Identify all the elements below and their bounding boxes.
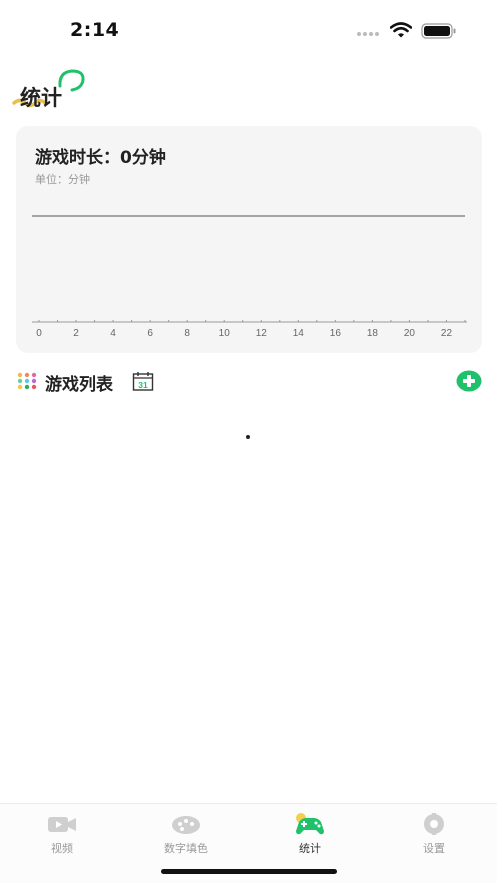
tab-video[interactable]: 视频 [0,812,124,862]
add-game-button[interactable] [456,370,482,392]
status-bar: 2:14 [0,0,497,60]
page-title: 统计 [20,86,62,110]
tab-number-coloring[interactable]: 数字填色 [124,812,248,862]
calendar-icon[interactable]: 31 [132,371,154,391]
tab-statistics[interactable]: 统计 [248,812,372,862]
calendar-day: 31 [138,380,148,390]
tab-label: 视频 [51,842,73,855]
x-tick-label: 22 [441,328,453,339]
x-tick-label: 8 [184,328,190,339]
settings-icon [424,813,444,835]
battery-icon [421,23,456,39]
gamepad-icon [296,813,324,835]
palette-icon [172,816,200,834]
x-tick-label: 4 [110,328,116,339]
home-indicator [161,869,337,874]
x-tick-label: 6 [147,328,153,339]
tab-label: 设置 [423,842,445,855]
stats-card: 游戏时长：0分钟 单位：分钟 0 2 4 6 8 10 12 14 16 18 20 22 [16,126,482,353]
x-tick-label: 20 [404,328,416,339]
status-time: 2:14 [70,19,120,41]
wifi-icon [390,22,412,38]
game-list-header: 游戏列表 31 [17,368,483,395]
page-header: 统计 [12,68,92,112]
x-tick-label: 0 [36,328,42,339]
loading-indicator [246,435,250,439]
x-tick-label: 16 [330,328,342,339]
x-tick-label: 14 [293,328,305,339]
video-camera-icon [48,817,76,832]
x-tick-label: 18 [367,328,379,339]
x-tick-label: 12 [256,328,268,339]
tab-settings[interactable]: 设置 [372,812,496,862]
x-tick-label: 10 [219,328,231,339]
x-tick-label: 2 [73,328,79,339]
tab-label: 数字填色 [164,842,208,855]
game-list-title: 游戏列表 [45,375,113,395]
cellular-signal-icon [357,32,379,36]
tab-label: 统计 [299,842,321,855]
grid-dots-icon [17,372,37,390]
play-time-chart: 0 2 4 6 8 10 12 14 16 18 20 22 [32,215,467,339]
